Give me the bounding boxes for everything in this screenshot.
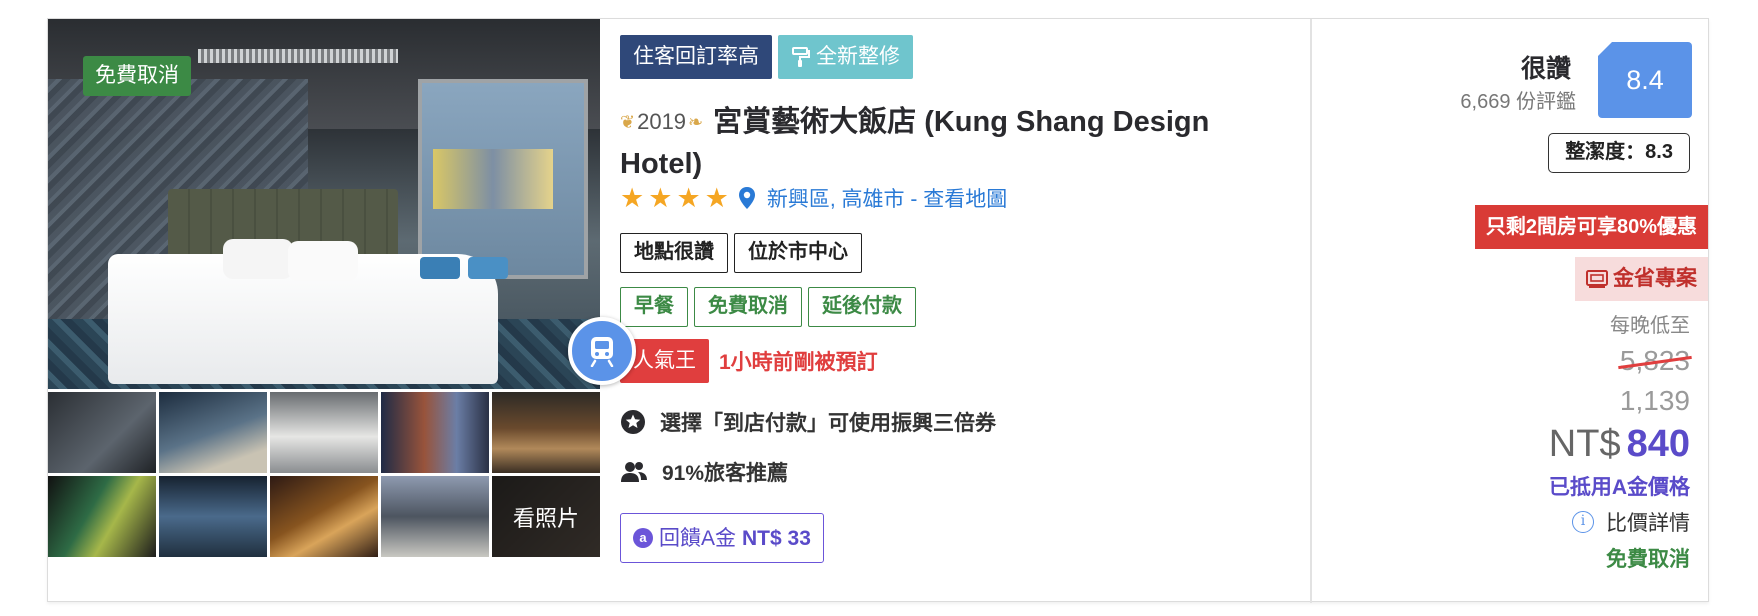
original-price: 5,823 [1618, 345, 1692, 377]
paint-roller-icon [792, 47, 810, 67]
hotel-name[interactable]: 宮賞藝術大飯店 (Kung Shang Design Hotel) [620, 106, 1209, 180]
tag-pay-later: 延後付款 [808, 287, 916, 327]
hotel-info: 住客回訂率高 全新整修 ❦ 2019 ❧ 宮賞藝術大飯店 (Kung Shang… [620, 19, 1320, 603]
photo-pillow [288, 241, 358, 281]
free-cancel-badge: 免費取消 [83, 56, 191, 96]
final-price-row: NT$ 840 [1549, 423, 1690, 466]
ticket-icon [1586, 270, 1608, 288]
users-icon [621, 462, 647, 482]
pay-at-hotel-text: 選擇「到店付款」可使用振興三倍券 [660, 412, 996, 435]
star-location-row: ★ ★ ★ ★ 新興區, 高雄市 - 查看地圖 [620, 183, 1007, 213]
tag-city-center: 位於市中心 [734, 233, 862, 273]
hotel-title[interactable]: ❦ 2019 ❧ 宮賞藝術大飯店 (Kung Shang Design Hote… [620, 101, 1220, 185]
star-icon: ★ [704, 183, 729, 213]
high-rebooking-badge: 住客回訂率高 [620, 35, 772, 79]
deal-badge: 金省專案 [1575, 257, 1708, 301]
star-icon: ★ [620, 183, 645, 213]
cashback-amount: NT$ 33 [742, 526, 811, 550]
rating-word: 很讚 [1520, 55, 1571, 83]
highlight-badges: 住客回訂率高 全新整修 [620, 35, 913, 79]
hotel-card[interactable]: 免費取消 看照片 住客回訂率高 全新整修 ❦ 2019 ❧ 宮賞藝術大飯店 (K… [47, 18, 1709, 603]
per-night-label: 每晚低至 [1610, 315, 1690, 337]
rooms-left-badge: 只剩2間房可享80%優惠 [1474, 205, 1708, 249]
intermediate-price: 1,139 [1619, 385, 1690, 416]
feature-tags: 地點很讚 位於市中心 [620, 233, 862, 273]
cashback-badge[interactable]: a 回饋A金 NT$ 33 [620, 513, 824, 563]
more-photos-label: 看照片 [492, 476, 600, 557]
star-circle-icon [621, 410, 645, 434]
award-year: ❦ 2019 ❧ [620, 101, 703, 143]
photo-thumbnail[interactable] [159, 476, 267, 557]
free-cancel-text: 免費取消 [1606, 548, 1690, 571]
price-compare-link[interactable]: i 比價詳情 [1572, 507, 1690, 537]
photo-pillow [223, 239, 293, 279]
photo-thumbnail[interactable] [159, 392, 267, 473]
photo-thumbnails: 看照片 [48, 392, 600, 557]
recommend-text: 91%旅客推薦 [662, 462, 789, 485]
laurel-left-icon: ❦ [620, 112, 636, 132]
photo-cushion [420, 257, 460, 279]
more-photos-button[interactable]: 看照片 [492, 476, 600, 557]
credit-note: 已抵用A金價格 [1548, 476, 1690, 499]
pay-at-hotel-feature: 選擇「到店付款」可使用振興三倍券 [620, 407, 996, 437]
cashback-prefix: 回饋A金 [659, 526, 737, 550]
renovated-badge: 全新整修 [778, 35, 913, 79]
photo-thumbnail[interactable] [381, 392, 489, 473]
photo-thumbnail[interactable] [48, 392, 156, 473]
review-count[interactable]: 6,669 份評鑑 [1460, 85, 1576, 114]
award-year-text: 2019 [637, 109, 687, 134]
recommend-feature: 91%旅客推薦 [620, 457, 788, 487]
photo-thumbnail[interactable] [270, 392, 378, 473]
map-pin-icon [738, 187, 755, 209]
photo-artwork [433, 149, 553, 209]
coin-icon: a [633, 528, 653, 548]
price-panel: 很讚 6,669 份評鑑 8.4 整潔度：8.3 只剩2間房可享80%優惠 金省… [1312, 19, 1708, 603]
laurel-right-icon: ❧ [688, 112, 704, 132]
tag-great-location: 地點很讚 [620, 233, 728, 273]
cleanliness-score: 整潔度：8.3 [1548, 133, 1690, 173]
final-price: 840 [1626, 423, 1690, 465]
amenity-tags: 早餐 免費取消 延後付款 [620, 287, 916, 327]
star-icon: ★ [676, 183, 701, 213]
tag-free-cancel: 免費取消 [694, 287, 802, 327]
star-icon: ★ [648, 183, 673, 213]
photo-thumbnail[interactable] [492, 392, 600, 473]
photo-thumbnail[interactable] [48, 476, 156, 557]
currency-label: NT$ [1548, 423, 1621, 465]
photo-thumbnail[interactable] [270, 476, 378, 557]
review-score: 8.4 [1598, 42, 1692, 118]
tag-breakfast: 早餐 [620, 287, 688, 327]
deal-label: 金省專案 [1613, 267, 1697, 290]
popular-row: 人氣王 1小時前剛被預訂 [620, 339, 878, 383]
recently-booked-text: 1小時前剛被預訂 [719, 351, 878, 374]
info-icon[interactable]: i [1572, 511, 1594, 533]
metro-train-icon[interactable] [568, 317, 636, 385]
location-link[interactable]: 新興區, 高雄市 - 查看地圖 [767, 183, 1007, 213]
photo-cushion [468, 257, 508, 279]
photo-thumbnail[interactable] [381, 476, 489, 557]
compare-label[interactable]: 比價詳情 [1606, 507, 1690, 537]
renovated-label: 全新整修 [816, 45, 900, 68]
